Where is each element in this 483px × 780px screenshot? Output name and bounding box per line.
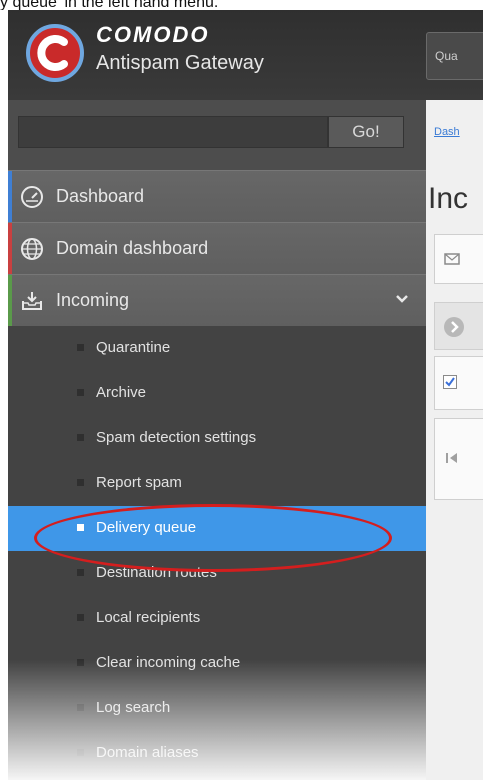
brand-name: COMODO	[96, 22, 210, 47]
menu-accent	[8, 223, 12, 274]
submenu-item-label: Clear incoming cache	[96, 654, 241, 671]
quarantine-header-button[interactable]: Qua	[426, 32, 483, 80]
submenu-item-spam-detection-settings[interactable]: Spam detection settings	[8, 416, 426, 461]
page-title: Inc	[428, 182, 469, 215]
toolbar-panel	[434, 234, 483, 284]
breadcrumb[interactable]: Dash	[434, 126, 460, 138]
bullet-icon	[77, 479, 84, 486]
menu-item-label: Incoming	[56, 290, 130, 310]
bullet-icon	[77, 749, 84, 756]
menu-item-dashboard[interactable]: Dashboard	[8, 170, 426, 222]
gauge-icon	[20, 185, 44, 209]
pagination-panel	[434, 418, 483, 500]
submenu-item-quarantine[interactable]: Quarantine	[8, 326, 426, 371]
submenu-item-log-search[interactable]: Log search	[8, 686, 426, 731]
menu-item-label: Dashboard	[56, 186, 145, 206]
submenu-item-archive[interactable]: Archive	[8, 371, 426, 416]
submenu-item-domain-aliases[interactable]: Domain aliases	[8, 731, 426, 776]
instruction-caption: y queue' in the left hand menu.	[0, 0, 219, 10]
menu-item-label: Domain dashboard	[56, 238, 209, 258]
bullet-icon	[77, 659, 84, 666]
arrow-right-circle-icon[interactable]	[443, 316, 465, 343]
submenu-item-clear-incoming-cache[interactable]: Clear incoming cache	[8, 641, 426, 686]
menu-accent	[8, 275, 12, 326]
bullet-icon	[77, 704, 84, 711]
product-name: Antispam Gateway	[96, 52, 264, 74]
app-window: COMODO Antispam Gateway Qua Go! Dashboar…	[8, 10, 483, 780]
menu-accent	[8, 171, 12, 222]
submenu-item-local-recipients[interactable]: Local recipients	[8, 596, 426, 641]
main-content: Dash Inc	[426, 100, 483, 780]
sidebar: Go! Dashboard Domain dashboard Incoming	[8, 100, 426, 780]
bullet-icon	[77, 434, 84, 441]
bullet-icon	[77, 614, 84, 621]
menu-item-incoming[interactable]: Incoming	[8, 274, 426, 326]
search-bar: Go!	[8, 100, 426, 170]
submenu-item-report-spam[interactable]: Report spam	[8, 461, 426, 506]
bullet-icon	[77, 389, 84, 396]
mail-icon[interactable]	[443, 251, 461, 272]
menu-item-domain-dashboard[interactable]: Domain dashboard	[8, 222, 426, 274]
submenu-item-label: Report spam	[96, 474, 182, 491]
first-page-icon[interactable]	[445, 451, 459, 470]
header: COMODO Antispam Gateway Qua	[8, 10, 483, 100]
submenu-item-label: Log search	[96, 699, 171, 716]
submenu-item-label: Spam detection settings	[96, 429, 257, 446]
search-input[interactable]	[18, 116, 328, 148]
select-row	[434, 356, 483, 410]
globe-icon	[20, 237, 44, 261]
checkbox[interactable]	[443, 375, 457, 394]
inbox-download-icon	[20, 289, 44, 313]
action-panel	[434, 302, 483, 350]
bullet-icon	[77, 569, 84, 576]
submenu-item-label: Archive	[96, 384, 147, 401]
submenu-item-label: Quarantine	[96, 339, 171, 356]
submenu-item-label: Domain aliases	[96, 744, 199, 761]
submenu-item-label: Local recipients	[96, 609, 201, 626]
comodo-logo-icon	[24, 22, 86, 84]
bullet-icon	[77, 344, 84, 351]
chevron-down-icon[interactable]	[394, 291, 410, 307]
active-item-pointer-icon	[426, 516, 436, 536]
go-button[interactable]: Go!	[328, 116, 404, 148]
highlight-oval	[34, 504, 392, 572]
